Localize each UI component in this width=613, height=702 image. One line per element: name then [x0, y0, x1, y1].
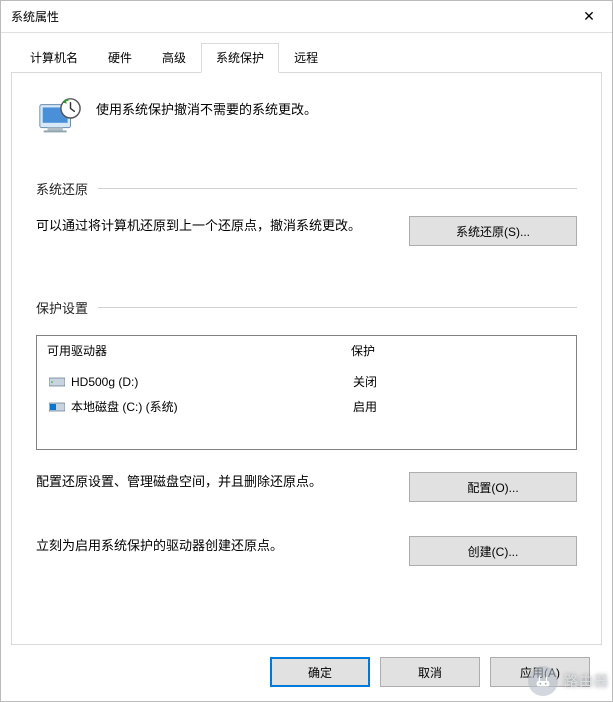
- tab-advanced[interactable]: 高级: [147, 43, 201, 72]
- intro-row: 使用系统保护撤消不需要的系统更改。: [36, 95, 577, 141]
- system-restore-button[interactable]: 系统还原(S)...: [409, 216, 577, 246]
- system-properties-dialog: 系统属性 ✕ 计算机名 硬件 高级 系统保护 远程: [0, 0, 613, 702]
- divider: [98, 188, 577, 189]
- drive-name: HD500g (D:): [71, 375, 138, 389]
- table-row[interactable]: 本地磁盘 (C:) (系统) 启用: [39, 394, 574, 419]
- dialog-footer: 确定 取消 应用(A): [11, 645, 602, 701]
- col-header-status[interactable]: 保护: [341, 336, 576, 365]
- create-description: 立刻为启用系统保护的驱动器创建还原点。: [36, 536, 393, 557]
- system-protection-panel: 使用系统保护撤消不需要的系统更改。 系统还原 可以通过将计算机还原到上一个还原点…: [11, 72, 602, 645]
- system-restore-description: 可以通过将计算机还原到上一个还原点，撤消系统更改。: [36, 216, 393, 237]
- tab-computer-name[interactable]: 计算机名: [15, 43, 93, 72]
- system-restore-section: 系统还原 可以通过将计算机还原到上一个还原点，撤消系统更改。 系统还原(S)..…: [36, 179, 577, 246]
- tab-remote[interactable]: 远程: [279, 43, 333, 72]
- intro-text: 使用系统保护撤消不需要的系统更改。: [96, 95, 317, 118]
- tab-hardware[interactable]: 硬件: [93, 43, 147, 72]
- system-restore-heading: 系统还原: [36, 179, 88, 198]
- table-row[interactable]: HD500g (D:) 关闭: [39, 369, 574, 394]
- titlebar: 系统属性 ✕: [1, 1, 612, 33]
- configure-button[interactable]: 配置(O)...: [409, 472, 577, 502]
- configure-description: 配置还原设置、管理磁盘空间，并且删除还原点。: [36, 472, 393, 493]
- protection-settings-heading: 保护设置: [36, 298, 88, 317]
- drives-table: 可用驱动器 保护 HD500g (D:) 关闭: [36, 335, 577, 450]
- ok-button[interactable]: 确定: [270, 657, 370, 687]
- create-button[interactable]: 创建(C)...: [409, 536, 577, 566]
- windows-drive-icon: [49, 401, 65, 413]
- close-button[interactable]: ✕: [566, 1, 612, 33]
- content-area: 计算机名 硬件 高级 系统保护 远程: [1, 33, 612, 701]
- drive-status: 关闭: [353, 373, 377, 390]
- drive-status: 启用: [353, 398, 377, 415]
- window-title: 系统属性: [11, 8, 566, 25]
- col-header-drive[interactable]: 可用驱动器: [37, 336, 341, 365]
- hdd-icon: [49, 376, 65, 388]
- drives-table-header: 可用驱动器 保护: [37, 336, 576, 365]
- divider: [98, 307, 577, 308]
- tab-strip: 计算机名 硬件 高级 系统保护 远程: [15, 43, 602, 72]
- apply-button[interactable]: 应用(A): [490, 657, 590, 687]
- tab-system-protection[interactable]: 系统保护: [201, 43, 279, 73]
- system-restore-icon: [36, 95, 82, 141]
- close-icon: ✕: [583, 8, 595, 25]
- protection-settings-section: 保护设置 可用驱动器 保护 HD: [36, 298, 577, 574]
- cancel-button[interactable]: 取消: [380, 657, 480, 687]
- drive-name: 本地磁盘 (C:) (系统): [71, 398, 178, 415]
